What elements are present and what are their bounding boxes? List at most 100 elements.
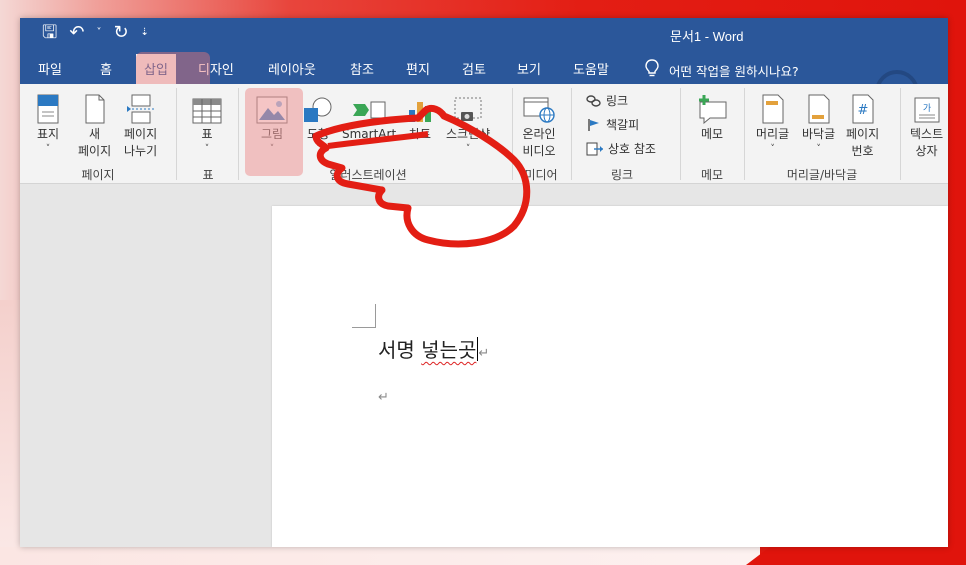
tab-layout[interactable]: 레이아웃 xyxy=(268,59,316,78)
text-box-button[interactable]: 가 텍스트 상자 xyxy=(910,90,943,160)
group-label-links: 링크 xyxy=(610,168,634,182)
tab-references[interactable]: 참조 xyxy=(350,59,374,78)
bookmark-label: 책갈피 xyxy=(606,118,640,132)
table-icon xyxy=(192,90,222,124)
tab-file[interactable]: 파일 xyxy=(38,59,62,78)
blank-page-label-1: 새 xyxy=(89,127,101,141)
lightbulb-icon xyxy=(645,59,659,81)
undo-dropdown-icon[interactable]: ˅ xyxy=(96,22,101,44)
bookmark-flag-icon xyxy=(588,118,599,131)
page-break-icon xyxy=(126,90,156,124)
new-comment-label: 메모 xyxy=(700,127,724,141)
cross-reference-button[interactable]: 상호 참조 xyxy=(586,140,656,157)
online-video-label-2: 비디오 xyxy=(522,144,556,158)
cover-page-button[interactable]: 표지 ˅ xyxy=(36,90,60,155)
tab-home[interactable]: 홈 xyxy=(100,59,112,78)
group-separator xyxy=(571,88,572,180)
text-word-place: 넣는곳 xyxy=(421,338,477,362)
tab-mailings[interactable]: 편지 xyxy=(406,59,430,78)
new-comment-button[interactable]: 메모 xyxy=(696,90,728,143)
header-icon xyxy=(761,90,785,124)
page-break-label-2: 나누기 xyxy=(124,144,158,158)
document-area: 서명 넣는곳 ↵ ↵ xyxy=(20,184,948,547)
group-label-media: 미디어 xyxy=(524,168,558,182)
chevron-down-icon: ˅ xyxy=(816,144,821,154)
page-break-button[interactable]: 페이지 나누기 xyxy=(124,90,157,160)
text-box-icon: 가 xyxy=(913,90,941,124)
blank-page-label-2: 페이지 xyxy=(78,144,112,158)
text-word-signature: 서명 xyxy=(378,338,415,362)
chevron-down-icon: ˅ xyxy=(315,144,321,154)
paragraph-mark-icon: ↵ xyxy=(378,390,389,405)
page-number-button[interactable]: # 페이지 번호 xyxy=(846,90,879,160)
tab-review[interactable]: 검토 xyxy=(462,59,486,78)
header-button[interactable]: 머리글 ˅ xyxy=(756,90,789,155)
chart-label: 차트 xyxy=(408,127,432,141)
table-button[interactable]: 표 ˅ xyxy=(192,90,222,155)
text-box-label-2: 상자 xyxy=(915,144,938,158)
pictures-highlight xyxy=(245,88,303,176)
footer-icon xyxy=(807,90,831,124)
save-icon[interactable]: 🖫 xyxy=(42,22,57,44)
group-label-tables: 표 xyxy=(202,168,214,182)
screenshot-label: 스크린샷 xyxy=(446,127,491,141)
undo-icon[interactable]: ↶ xyxy=(69,22,84,44)
insert-ribbon: 표지 ˅ 새 페이지 페이지 나누기 페이지 표 ˅ 표 그림 ˅ xyxy=(20,84,948,184)
link-icon xyxy=(586,94,601,107)
bookmark-button[interactable]: 책갈피 xyxy=(586,116,639,133)
group-label-pages: 페이지 xyxy=(81,168,115,182)
group-separator xyxy=(680,88,681,180)
page-break-label-1: 페이지 xyxy=(124,127,158,141)
document-line[interactable]: 서명 넣는곳 ↵ xyxy=(378,334,489,363)
shapes-label: 도형 xyxy=(306,127,330,141)
document-page[interactable]: 서명 넣는곳 ↵ ↵ xyxy=(272,206,948,547)
smartart-label: SmartArt xyxy=(342,127,397,141)
screenshot-button[interactable]: 스크린샷 ˅ xyxy=(446,90,490,155)
chevron-down-icon: ˅ xyxy=(465,144,471,154)
word-window: 🖫 ↶ ˅ ↻ ⇣ 문서1 - Word 파일 홈 삽입 디자인 레이아웃 참조… xyxy=(20,18,948,547)
chevron-down-icon: ˅ xyxy=(770,144,775,154)
group-separator xyxy=(744,88,745,180)
window-title: 문서1 - Word xyxy=(670,29,744,44)
online-video-label-1: 온라인 xyxy=(522,127,556,141)
cover-page-icon xyxy=(36,90,60,124)
group-label-header-footer: 머리글/바닥글 xyxy=(786,168,858,182)
online-video-button[interactable]: 온라인 비디오 xyxy=(522,90,556,160)
group-label-illustrations: 일러스트레이션 xyxy=(329,168,407,182)
group-separator xyxy=(512,88,513,180)
smartart-button[interactable]: SmartArt xyxy=(342,90,396,143)
tell-me-box[interactable]: 어떤 작업을 원하시나요? xyxy=(645,59,799,81)
tab-help[interactable]: 도움말 xyxy=(573,59,609,78)
link-button[interactable]: 링크 xyxy=(586,92,628,109)
backdrop-bottom xyxy=(0,547,760,565)
online-video-icon xyxy=(522,90,556,124)
page-number-label-2: 번호 xyxy=(851,144,874,158)
chart-button[interactable]: 차트 xyxy=(406,90,434,143)
paragraph-mark-icon: ↵ xyxy=(478,346,490,361)
title-bar: 🖫 ↶ ˅ ↻ ⇣ 문서1 - Word xyxy=(20,18,948,50)
redo-icon[interactable]: ↻ xyxy=(113,22,128,44)
chevron-down-icon: ˅ xyxy=(204,144,210,154)
link-label: 링크 xyxy=(606,94,629,108)
shapes-icon xyxy=(302,90,334,124)
tab-view[interactable]: 보기 xyxy=(517,59,541,78)
chart-icon xyxy=(406,90,434,124)
blank-page-button[interactable]: 새 페이지 xyxy=(78,90,111,160)
shapes-button[interactable]: 도형 ˅ xyxy=(302,90,334,155)
customize-qat-icon[interactable]: ⇣ xyxy=(141,22,149,44)
text-box-label-1: 텍스트 xyxy=(910,127,944,141)
svg-text:가: 가 xyxy=(922,103,930,114)
page-number-label-1: 페이지 xyxy=(846,127,880,141)
screenshot-icon xyxy=(453,90,483,124)
header-label: 머리글 xyxy=(756,127,790,141)
comment-icon xyxy=(696,90,728,124)
group-separator xyxy=(238,88,239,180)
group-separator xyxy=(900,88,901,180)
footer-label: 바닥글 xyxy=(802,127,836,141)
blank-page-icon xyxy=(84,90,106,124)
tell-me-text: 어떤 작업을 원하시나요? xyxy=(669,63,799,79)
quick-access-toolbar: 🖫 ↶ ˅ ↻ ⇣ xyxy=(42,22,149,44)
cross-reference-icon xyxy=(586,142,603,155)
cross-reference-label: 상호 참조 xyxy=(608,142,656,156)
footer-button[interactable]: 바닥글 ˅ xyxy=(802,90,835,155)
